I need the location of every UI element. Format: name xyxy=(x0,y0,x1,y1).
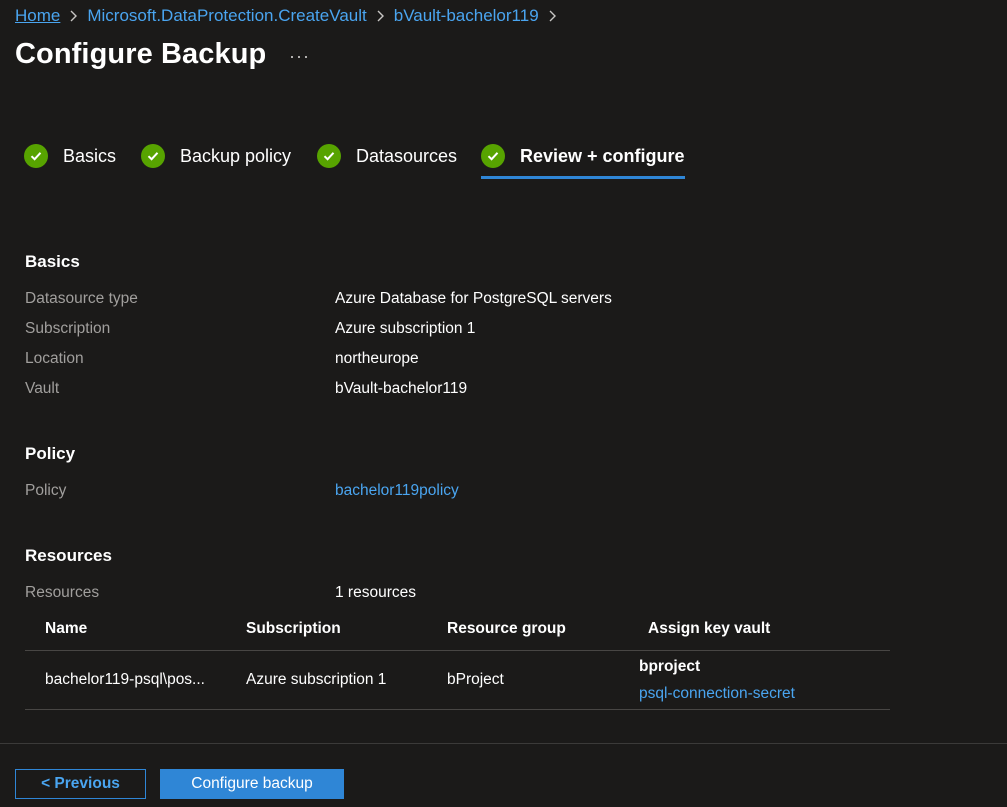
row-label: Vault xyxy=(25,380,60,397)
row-label: Subscription xyxy=(25,320,111,337)
row-value: bVault-bachelor119 xyxy=(335,380,468,397)
check-circle-icon xyxy=(317,144,341,168)
row-label: Datasource type xyxy=(25,290,138,307)
row-value: Azure Database for PostgreSQL servers xyxy=(335,290,612,307)
previous-button[interactable]: < Previous xyxy=(15,769,146,799)
tab-label: Basics xyxy=(63,146,117,166)
wizard-tabs: Basics Backup policy Datasources Review … xyxy=(24,142,685,180)
configure-backup-button[interactable]: Configure backup xyxy=(160,769,344,799)
tab-review-configure[interactable]: Review + configure xyxy=(481,142,685,179)
resources-table: Name Subscription Resource group Assign … xyxy=(25,612,890,710)
chevron-right-icon xyxy=(69,10,78,22)
row-label: Resources xyxy=(25,584,100,601)
key-vault-name: bproject xyxy=(639,658,701,675)
tab-label: Backup policy xyxy=(180,146,292,166)
column-header-name: Name xyxy=(45,620,88,637)
row-label: Policy xyxy=(25,482,67,499)
resource-name-cell: bachelor119-psql\pos... xyxy=(45,671,205,688)
basics-section-title: Basics xyxy=(25,252,80,271)
tab-label: Datasources xyxy=(356,146,458,166)
column-header-resource-group: Resource group xyxy=(447,620,566,637)
chevron-right-icon xyxy=(548,10,557,22)
row-value: Azure subscription 1 xyxy=(335,320,476,337)
breadcrumb-vault-link[interactable]: bVault-bachelor119 xyxy=(394,6,539,26)
resources-section-title: Resources xyxy=(25,546,112,565)
column-header-subscription: Subscription xyxy=(246,620,341,637)
table-header: Name Subscription Resource group Assign … xyxy=(25,612,890,651)
tab-basics[interactable]: Basics xyxy=(24,142,141,178)
breadcrumb-home-link[interactable]: Home xyxy=(15,6,60,26)
check-circle-icon xyxy=(141,144,165,168)
row-value: northeurope xyxy=(335,350,419,367)
more-icon[interactable]: ··· xyxy=(289,46,310,67)
resource-subscription-cell: Azure subscription 1 xyxy=(246,671,387,688)
key-vault-secret-link[interactable]: psql-connection-secret xyxy=(639,685,795,703)
table-row: bachelor119-psql\pos... Azure subscripti… xyxy=(25,651,890,710)
row-value: 1 resources xyxy=(335,584,416,601)
check-circle-icon xyxy=(481,144,505,168)
tab-datasources[interactable]: Datasources xyxy=(317,142,481,178)
breadcrumb: Home Microsoft.DataProtection.CreateVaul… xyxy=(15,6,566,26)
chevron-right-icon xyxy=(376,10,385,22)
breadcrumb-createvault-link[interactable]: Microsoft.DataProtection.CreateVault xyxy=(87,6,366,26)
check-circle-icon xyxy=(24,144,48,168)
footer-divider xyxy=(0,743,1007,744)
policy-link[interactable]: bachelor119policy xyxy=(335,482,459,500)
row-label: Location xyxy=(25,350,84,367)
resource-group-cell: bProject xyxy=(447,671,504,688)
policy-section-title: Policy xyxy=(25,444,76,463)
tab-backup-policy[interactable]: Backup policy xyxy=(141,142,317,178)
tab-label: Review + configure xyxy=(520,146,685,166)
page-title: Configure Backup xyxy=(15,38,267,70)
column-header-assign-key-vault: Assign key vault xyxy=(648,620,771,637)
